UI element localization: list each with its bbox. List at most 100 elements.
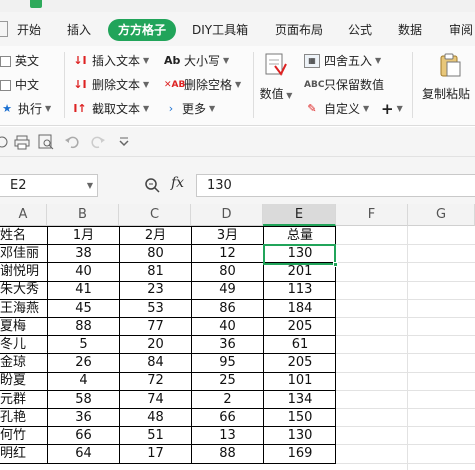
tab-data[interactable]: 数据 [398,19,422,41]
customize-toolbar-icon[interactable] [116,134,132,150]
value-cell[interactable]: 113 [264,281,336,299]
round-button[interactable]: ▦ 四舍五入 ▼ [304,51,381,71]
value-cell[interactable]: 201 [264,263,336,281]
name-cell[interactable]: 元群 [0,391,46,409]
undo-icon[interactable] [64,134,80,150]
cut-text-button[interactable]: I↑ 截取文本 ▼ [72,99,149,119]
spreadsheet-grid[interactable]: A B C D E F G 姓名 1月 2月 3月 总量 邓佳丽 38 80 12 13… [0,204,475,470]
value-cell[interactable]: 66 [192,409,263,427]
value-cell[interactable]: 80 [120,245,191,263]
value-cell[interactable]: 41 [48,281,119,299]
more-button[interactable]: › 更多 ▼ [164,99,215,119]
delete-space-button[interactable]: ✕AB 删除空格 ▼ [164,75,241,95]
value-cell[interactable]: 86 [192,300,263,318]
value-cell[interactable]: 45 [48,300,119,318]
copy-paste-button[interactable]: 复制粘贴 [420,52,475,102]
tab-insert[interactable]: 插入 [67,19,91,41]
tab-fangfang[interactable]: 方方格子 [108,19,177,41]
name-cell[interactable]: 明红 [0,445,46,463]
fill-handle[interactable] [333,262,338,267]
zoom-icon[interactable] [144,177,160,193]
print-preview-icon[interactable] [38,134,54,150]
execute-button[interactable]: ★ 执行 ▼ [0,99,51,119]
add-button[interactable]: + ▼ [381,99,403,119]
column-header-d[interactable]: D [191,204,263,226]
value-cell[interactable]: 64 [48,445,119,463]
value-cell[interactable]: 88 [192,445,263,463]
value-cell[interactable]: 72 [120,372,191,390]
value-cell[interactable]: 20 [120,336,191,354]
tab-review[interactable]: 审阅 [449,19,473,41]
column-header-f[interactable]: F [336,204,408,226]
value-cell[interactable]: 13 [192,427,263,445]
name-cell[interactable]: 孔艳 [0,409,46,427]
value-cell[interactable]: 80 [192,263,263,281]
delete-text-button[interactable]: ↓I 删除文本 ▼ [72,75,149,95]
value-cell[interactable]: 84 [120,354,191,372]
value-cell[interactable]: 169 [264,445,336,463]
header-total[interactable]: 总量 [264,227,336,245]
insert-function-button[interactable]: fx [171,175,184,191]
name-cell[interactable]: 邓佳丽 [0,245,46,263]
value-cell[interactable]: 77 [120,318,191,336]
column-header-b[interactable]: B [47,204,119,226]
value-cell[interactable]: 88 [48,318,119,336]
formula-input[interactable]: 130 [196,174,475,197]
column-header-e[interactable]: E [263,204,336,226]
value-cell[interactable]: 95 [192,354,263,372]
column-header-a[interactable]: A [0,204,47,226]
tab-home[interactable]: 开始 [17,19,41,41]
name-cell[interactable]: 冬儿 [0,336,46,354]
column-header-c[interactable]: C [119,204,191,226]
header-name[interactable]: 姓名 [0,227,46,245]
name-cell[interactable]: 朱大秀 [0,281,46,299]
value-cell[interactable]: 12 [192,245,263,263]
value-cell[interactable]: 101 [264,372,336,390]
tab-formulas[interactable]: 公式 [348,19,372,41]
tab-diy-toolbox[interactable]: DIY工具箱 [192,19,248,41]
value-cell[interactable]: 53 [120,300,191,318]
value-cell[interactable]: 26 [48,354,119,372]
value-cell[interactable]: 36 [192,336,263,354]
value-cell[interactable]: 184 [264,300,336,318]
value-cell[interactable]: 40 [48,263,119,281]
value-cell[interactable]: 74 [120,391,191,409]
value-cell[interactable]: 205 [264,354,336,372]
refresh-icon[interactable] [0,134,10,150]
value-cell[interactable]: 40 [192,318,263,336]
value-cell[interactable]: 49 [192,281,263,299]
case-button[interactable]: Ab 大小写 ▼ [164,51,229,71]
redo-icon[interactable] [90,134,106,150]
header-feb[interactable]: 2月 [120,227,191,245]
value-cell[interactable]: 38 [48,245,119,263]
value-cell[interactable]: 130 [264,427,336,445]
name-cell[interactable]: 金琼 [0,354,46,372]
value-cell[interactable]: 51 [120,427,191,445]
value-cell[interactable]: 5 [48,336,119,354]
value-cell[interactable]: 205 [264,318,336,336]
value-cell[interactable]: 66 [48,427,119,445]
value-cell[interactable]: 17 [120,445,191,463]
english-checkbox[interactable]: 英文 [0,51,39,71]
menu-collapse-icon[interactable] [0,21,8,37]
numbers-button[interactable]: 数值 ▼ [258,52,294,102]
value-cell[interactable]: 25 [192,372,263,390]
value-cell[interactable]: 48 [120,409,191,427]
value-cell[interactable]: 4 [48,372,119,390]
custom-button[interactable]: ✎ 自定义 ▼ [304,99,369,119]
column-header-g[interactable]: G [408,204,475,226]
value-cell[interactable]: 134 [264,391,336,409]
value-cell[interactable]: 61 [264,336,336,354]
value-cell[interactable]: 58 [48,391,119,409]
header-jan[interactable]: 1月 [48,227,119,245]
name-cell[interactable]: 夏梅 [0,318,46,336]
insert-text-button[interactable]: ↓I 插入文本 ▼ [72,51,149,71]
name-cell[interactable]: 盼夏 [0,372,46,390]
chinese-checkbox[interactable]: 中文 [0,75,39,95]
value-cell[interactable]: 81 [120,263,191,281]
name-box[interactable]: E2 ▼ [0,174,98,197]
value-cell[interactable]: 23 [120,281,191,299]
value-cell[interactable]: 36 [48,409,119,427]
value-cell[interactable]: 2 [192,391,263,409]
value-cell[interactable]: 150 [264,409,336,427]
